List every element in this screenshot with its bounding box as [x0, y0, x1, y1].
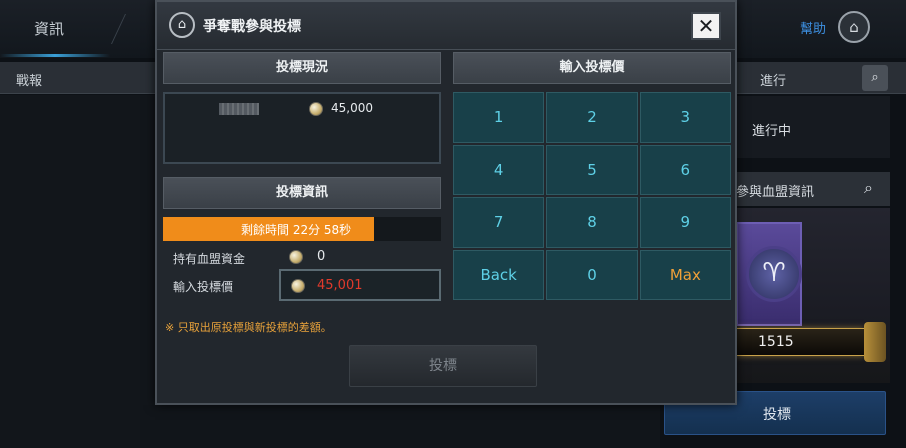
clan-banner: ♈	[736, 222, 802, 326]
battle-report-header: 戰報	[0, 62, 160, 94]
bid-amount-field[interactable]: 45,001	[279, 269, 441, 301]
key-6[interactable]: 6	[639, 144, 731, 195]
remaining-time-text: 剩餘時間 22分 58秒	[241, 223, 352, 237]
remaining-time-bar: 剩餘時間 22分 58秒	[163, 217, 441, 241]
key-1[interactable]: 1	[453, 92, 545, 143]
key-2[interactable]: 2	[546, 92, 638, 143]
number-keypad: 1 2 3 4 5 6 7 8 9 Back 0 Max	[453, 92, 731, 300]
background-bid-button-label: 投標	[763, 407, 791, 423]
bid-status-header: 投標現況	[163, 52, 441, 84]
bid-modal: ⌂ 爭奪戰參與投標 ✕ 投標現況 45,000 投標資訊 剩餘時間 22分 58…	[155, 0, 737, 405]
right-panel-header: 進行 ⌕	[736, 62, 906, 94]
search-icon[interactable]: ⌕	[864, 178, 873, 198]
active-tab-underline	[0, 54, 110, 57]
close-button[interactable]: ✕	[691, 12, 721, 40]
right-status-text: 進行中	[752, 124, 792, 139]
bid-status-box: 45,000	[163, 92, 441, 164]
key-7[interactable]: 7	[453, 197, 545, 248]
current-bid-amount: 45,000	[331, 101, 373, 115]
tab-divider	[111, 14, 126, 44]
coin-icon	[309, 102, 323, 116]
key-9[interactable]: 9	[639, 197, 731, 248]
modal-title: 爭奪戰參與投標	[203, 19, 301, 35]
score-bar: 1515	[736, 328, 864, 356]
right-header-label: 進行	[760, 74, 787, 89]
help-icon[interactable]: ⌂	[838, 11, 870, 43]
search-list-icon[interactable]: ⌕	[862, 65, 888, 91]
coin-icon	[291, 279, 305, 293]
score-value: 1515	[758, 334, 794, 350]
submit-bid-button[interactable]: 投標	[349, 345, 537, 387]
bid-info-header: 投標資訊	[163, 177, 441, 209]
tab-info[interactable]: 資訊	[34, 18, 64, 39]
key-max[interactable]: Max	[639, 249, 731, 300]
key-back[interactable]: Back	[453, 249, 545, 300]
score-ornament-icon	[864, 322, 886, 362]
key-8[interactable]: 8	[546, 197, 638, 248]
modal-header: ⌂ 爭奪戰參與投標 ✕	[157, 2, 735, 50]
help-link[interactable]: 幫助	[800, 18, 826, 37]
key-0[interactable]: 0	[546, 249, 638, 300]
bid-note: ※ 只取出原投標與新投標的差額。	[165, 321, 332, 334]
clan-info-label: 參與血盟資訊	[736, 185, 815, 200]
bottom-panel	[140, 405, 660, 448]
castle-icon: ⌂	[169, 12, 195, 38]
blurred-clan-name	[219, 103, 259, 115]
right-status-box: 進行中	[736, 96, 890, 158]
clan-info-header: 參與血盟資訊 ⌕	[736, 172, 890, 206]
key-3[interactable]: 3	[639, 92, 731, 143]
clan-funds-value: 0	[317, 249, 326, 264]
battle-report-label: 戰報	[16, 74, 43, 89]
left-panel	[0, 95, 160, 448]
bid-amount-value: 45,001	[317, 278, 363, 293]
coin-icon	[289, 250, 303, 264]
key-4[interactable]: 4	[453, 144, 545, 195]
bid-input-label: 輸入投標價	[173, 280, 234, 294]
key-5[interactable]: 5	[546, 144, 638, 195]
clan-funds-label: 持有血盟資金	[173, 252, 246, 266]
keypad-header: 輸入投標價	[453, 52, 731, 84]
ram-emblem-icon: ♈	[746, 246, 802, 302]
